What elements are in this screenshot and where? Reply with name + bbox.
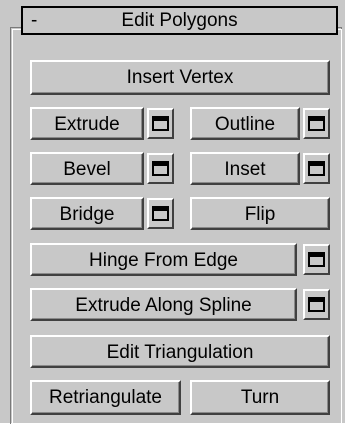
turn-button[interactable]: Turn <box>190 380 330 415</box>
settings-window-icon <box>308 252 325 267</box>
bridge-button[interactable]: Bridge <box>30 197 144 230</box>
flip-button[interactable]: Flip <box>190 197 330 230</box>
edit-triangulation-button[interactable]: Edit Triangulation <box>30 335 330 368</box>
collapse-toggle[interactable]: - <box>31 8 37 33</box>
bevel-button[interactable]: Bevel <box>30 152 144 185</box>
rollout-header[interactable]: Edit Polygons - <box>21 6 338 35</box>
outline-settings-button[interactable] <box>303 108 330 139</box>
extrude-along-spline-settings-button[interactable] <box>303 289 330 320</box>
outline-button[interactable]: Outline <box>190 107 300 140</box>
insert-vertex-button[interactable]: Insert Vertex <box>30 60 330 95</box>
edit-polygons-panel: Edit Polygons - Insert Vertex Extrude Ou… <box>0 0 345 424</box>
hinge-settings-button[interactable] <box>303 244 330 275</box>
inset-settings-button[interactable] <box>303 153 330 184</box>
rollout-title: Edit Polygons <box>121 10 238 31</box>
bevel-settings-button[interactable] <box>147 153 174 184</box>
bridge-settings-button[interactable] <box>147 198 174 229</box>
extrude-along-spline-button[interactable]: Extrude Along Spline <box>30 288 297 321</box>
settings-window-icon <box>308 161 325 176</box>
settings-window-icon <box>152 161 169 176</box>
inset-button[interactable]: Inset <box>190 152 300 185</box>
extrude-button[interactable]: Extrude <box>30 107 144 140</box>
extrude-settings-button[interactable] <box>147 108 174 139</box>
settings-window-icon <box>152 206 169 221</box>
settings-window-icon <box>308 116 325 131</box>
settings-window-icon <box>152 116 169 131</box>
settings-window-icon <box>308 297 325 312</box>
hinge-from-edge-button[interactable]: Hinge From Edge <box>30 243 297 276</box>
retriangulate-button[interactable]: Retriangulate <box>30 380 181 415</box>
